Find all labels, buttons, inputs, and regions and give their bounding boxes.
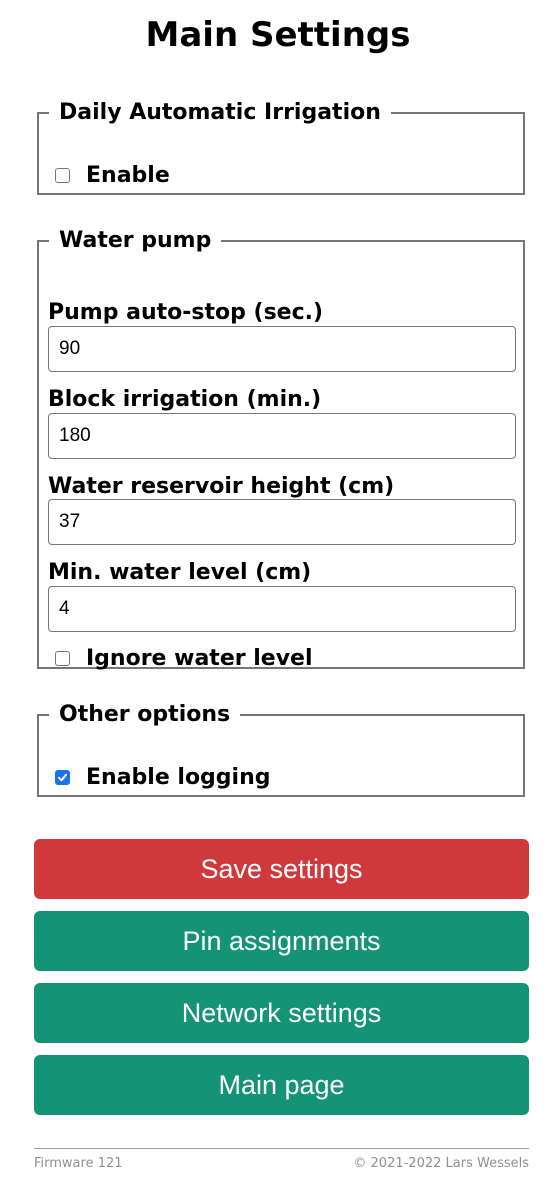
- checkmark-icon: [58, 773, 67, 782]
- water-pump-legend: Water pump: [59, 228, 212, 253]
- water-pump-fieldset: Water pump Pump auto-stop (sec.) 90 Bloc…: [37, 228, 525, 671]
- pump-auto-stop-label: Pump auto-stop (sec.): [48, 300, 324, 325]
- ignore-water-level-checkbox[interactable]: [55, 651, 70, 666]
- save-settings-button[interactable]: Save settings: [34, 839, 529, 899]
- other-options-fieldset: Other options Enable logging: [37, 702, 525, 797]
- min-water-level-input[interactable]: 4: [48, 586, 516, 632]
- enable-logging-label: Enable logging: [86, 765, 271, 790]
- reservoir-height-input[interactable]: 37: [48, 499, 516, 545]
- copyright: © 2021-2022 Lars Wessels: [353, 1156, 529, 1171]
- network-settings-button[interactable]: Network settings: [34, 983, 529, 1043]
- page-title: Main Settings: [145, 15, 411, 55]
- ignore-water-level-label: Ignore water level: [86, 646, 313, 671]
- irrigation-enable-label: Enable: [86, 163, 170, 188]
- other-options-legend: Other options: [59, 702, 231, 727]
- irrigation-legend: Daily Automatic Irrigation: [59, 100, 381, 125]
- pin-assignments-button[interactable]: Pin assignments: [34, 911, 529, 971]
- ignore-water-level-row[interactable]: Ignore water level: [55, 646, 313, 671]
- block-irrigation-input[interactable]: 180: [48, 413, 516, 459]
- block-irrigation-label: Block irrigation (min.): [48, 387, 322, 412]
- irrigation-enable-row[interactable]: Enable: [55, 163, 170, 188]
- min-water-level-label: Min. water level (cm): [48, 560, 312, 585]
- footer-divider: [34, 1148, 529, 1149]
- main-page-button[interactable]: Main page: [34, 1055, 529, 1115]
- enable-logging-checkbox[interactable]: [55, 770, 70, 785]
- irrigation-enable-checkbox[interactable]: [55, 168, 70, 183]
- irrigation-fieldset: Daily Automatic Irrigation Enable: [37, 100, 525, 195]
- reservoir-height-label: Water reservoir height (cm): [48, 474, 395, 499]
- pump-auto-stop-input[interactable]: 90: [48, 326, 516, 372]
- enable-logging-row[interactable]: Enable logging: [55, 765, 271, 790]
- firmware-version: Firmware 121: [34, 1156, 123, 1171]
